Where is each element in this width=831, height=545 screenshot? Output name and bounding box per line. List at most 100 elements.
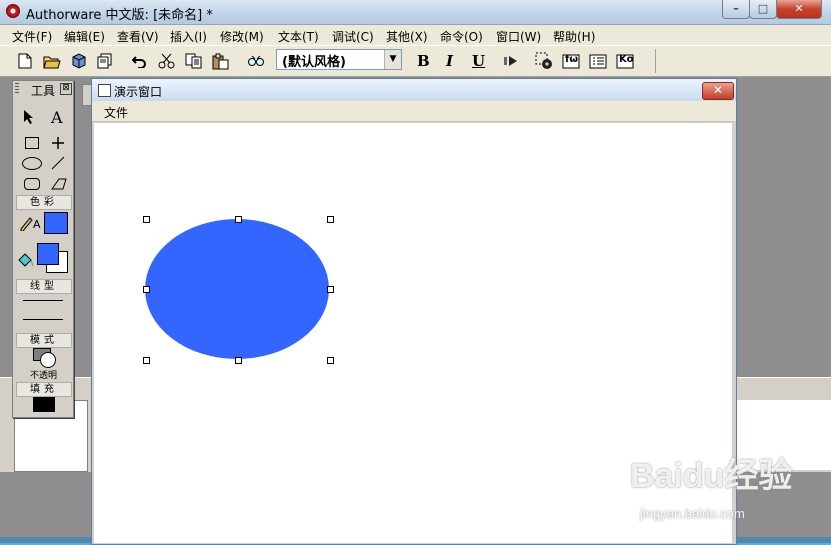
title-bar[interactable]: Authorware 中文版: [未命名] * – □ ✕ xyxy=(0,0,831,25)
fill-bucket-icon[interactable] xyxy=(17,251,33,272)
control-panel-icon xyxy=(535,52,552,69)
selection-handle-top-left[interactable] xyxy=(143,216,150,223)
menu-command[interactable]: 命令(O) xyxy=(440,28,483,45)
menu-bar: 文件(F) 编辑(E) 查看(V) 插入(I) 修改(M) 文本(T) 调试(C… xyxy=(0,25,831,46)
italic-button[interactable]: I xyxy=(446,52,453,70)
selection-handle-top[interactable] xyxy=(235,216,242,223)
variables-button[interactable] xyxy=(587,51,609,71)
open-folder-icon xyxy=(43,56,61,68)
pen-color-swatch[interactable] xyxy=(44,212,68,234)
rectangle-tool[interactable] xyxy=(25,137,39,149)
baidu-watermark: Baidu经验 xyxy=(630,457,793,495)
presentation-menu-bar: 文件 xyxy=(92,101,736,122)
presentation-menu-file[interactable]: 文件 xyxy=(104,104,128,121)
selection-handle-right[interactable] xyxy=(327,286,334,293)
authorware-app: Authorware 中文版: [未命名] * – □ ✕ 文件(F) 编辑(E… xyxy=(0,0,831,545)
menu-window[interactable]: 窗口(W) xyxy=(496,28,541,45)
close-icon: ⊠ xyxy=(62,83,70,93)
minimize-icon: – xyxy=(733,2,739,15)
menu-modify[interactable]: 修改(M) xyxy=(220,28,264,45)
menu-debug[interactable]: 调试(C) xyxy=(332,28,374,45)
menu-view[interactable]: 查看(V) xyxy=(117,28,159,45)
paste-button[interactable] xyxy=(210,51,232,71)
save-copy-icon xyxy=(97,53,112,69)
presentation-close-button[interactable]: ✕ xyxy=(702,82,734,100)
pen-color-icon[interactable] xyxy=(19,215,33,234)
text-tool[interactable]: A xyxy=(51,108,63,127)
close-icon: ✕ xyxy=(712,83,724,97)
mode-section-label: 模式 xyxy=(16,333,72,348)
menu-other[interactable]: 其他(X) xyxy=(386,28,428,45)
close-button[interactable]: ✕ xyxy=(776,0,822,19)
mode-value: 不透明 xyxy=(30,371,58,381)
crosshair-icon xyxy=(52,137,64,149)
maximize-icon: □ xyxy=(757,2,769,15)
copy-button[interactable] xyxy=(183,51,205,71)
menu-file[interactable]: 文件(F) xyxy=(12,28,52,45)
fill-pattern-swatch[interactable] xyxy=(33,397,55,412)
selection-handle-top-right[interactable] xyxy=(327,216,334,223)
presentation-title-bar[interactable]: 演示窗口 ✕ xyxy=(92,79,736,101)
minimize-button[interactable]: – xyxy=(722,0,750,19)
undo-button[interactable] xyxy=(129,51,151,71)
restart-button[interactable] xyxy=(500,51,522,71)
mode-circle-icon xyxy=(40,352,56,368)
line-tool[interactable] xyxy=(51,156,65,173)
selection-handle-bottom-left[interactable] xyxy=(143,357,150,364)
palette-close-button[interactable]: ⊠ xyxy=(60,83,72,95)
save-all-button[interactable] xyxy=(94,51,116,71)
import-cube-icon xyxy=(72,53,86,69)
text-style-value: (默认风格) xyxy=(282,55,346,70)
undo-icon xyxy=(132,56,146,68)
line-style-default[interactable] xyxy=(23,319,63,320)
pencil-icon xyxy=(20,217,33,232)
drag-grip-icon[interactable] xyxy=(15,83,19,95)
baidu-watermark-url: jingyan.baidu.com xyxy=(640,506,745,521)
knowledge-objects-label: Ko xyxy=(619,54,634,65)
menu-insert[interactable]: 插入(I) xyxy=(170,28,207,45)
clipboard-icon xyxy=(212,53,229,69)
pointer-tool[interactable] xyxy=(23,109,35,127)
new-file-icon xyxy=(18,53,32,69)
text-style-dropdown[interactable]: (默认风格) ▼ xyxy=(276,49,402,70)
import-button[interactable] xyxy=(68,51,90,71)
find-button[interactable] xyxy=(245,51,267,71)
maximize-button[interactable]: □ xyxy=(749,0,777,19)
menu-edit[interactable]: 编辑(E) xyxy=(64,28,105,45)
control-panel-button[interactable] xyxy=(533,51,555,71)
copy-icon xyxy=(185,53,202,69)
blue-ellipse[interactable] xyxy=(145,219,329,359)
polygon-tool[interactable] xyxy=(51,178,67,193)
functions-label: fω xyxy=(565,54,579,65)
selection-handle-left[interactable] xyxy=(143,286,150,293)
line-style-thin[interactable] xyxy=(23,300,63,301)
ellipse-tool[interactable] xyxy=(22,157,42,170)
run-icon xyxy=(504,56,517,66)
chevron-down-icon[interactable]: ▼ xyxy=(384,50,401,69)
crosshair-line-tool[interactable] xyxy=(51,136,65,153)
palette-title-bar[interactable]: 工具 ⊠ xyxy=(13,81,73,98)
foreground-color-swatch[interactable] xyxy=(37,243,59,265)
selection-handle-bottom-right[interactable] xyxy=(327,357,334,364)
bold-button[interactable]: B xyxy=(417,52,430,70)
fill-section-label: 填充 xyxy=(16,382,72,397)
cut-button[interactable] xyxy=(156,51,178,71)
polygon-icon xyxy=(51,178,67,190)
palette-title: 工具 xyxy=(31,84,56,98)
arrow-pointer-icon xyxy=(24,110,33,124)
window-title: Authorware 中文版: [未命名] * xyxy=(26,8,213,23)
toolbar-separator xyxy=(655,49,656,73)
selection-handle-bottom[interactable] xyxy=(235,357,242,364)
underline-button[interactable]: U xyxy=(472,52,485,70)
menu-help[interactable]: 帮助(H) xyxy=(553,28,595,45)
close-icon: ✕ xyxy=(794,2,804,15)
authorware-logo-icon[interactable] xyxy=(6,4,20,18)
scissors-icon xyxy=(158,53,175,69)
open-file-button[interactable] xyxy=(41,51,63,71)
presentation-title: 演示窗口 xyxy=(114,85,163,99)
new-file-button[interactable] xyxy=(14,51,36,71)
menu-text[interactable]: 文本(T) xyxy=(278,28,319,45)
rounded-rect-tool[interactable] xyxy=(24,178,40,190)
color-section-label: 色彩 xyxy=(16,195,72,210)
toolbar: fω Ko xyxy=(0,46,831,77)
